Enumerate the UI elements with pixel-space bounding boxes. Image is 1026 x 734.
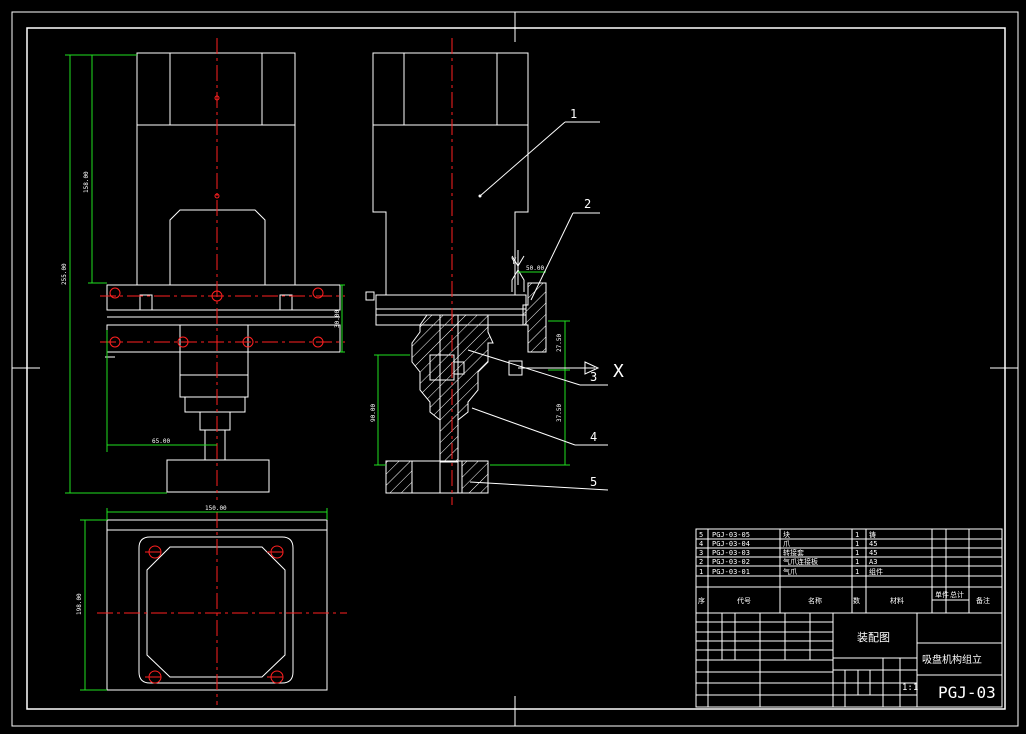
bom-qty: 1 xyxy=(855,568,859,576)
balloon-2: 2 xyxy=(584,197,591,211)
drawing-name: 装配图 xyxy=(857,631,890,644)
bom-row-4: 4 PGJ-03-04 爪 1 45 xyxy=(699,540,877,548)
drawing-code: PGJ-03 xyxy=(938,683,996,702)
balloon-3: 3 xyxy=(590,370,597,384)
dim-front-width: 65.00 xyxy=(152,438,170,445)
bom-material: 铸 xyxy=(869,530,876,539)
inner-border xyxy=(26,27,1006,710)
top-centerlines xyxy=(97,512,347,705)
bom-material: 45 xyxy=(869,540,877,548)
x-axis-label: X xyxy=(613,361,624,382)
balloon-4: 4 xyxy=(590,430,597,444)
front-dimension-lines xyxy=(65,54,345,494)
bom-row-1: 1 PGJ-03-01 气爪 1 组件 xyxy=(699,567,883,576)
dim-total-height: 255.00 xyxy=(61,263,68,285)
bom-header-name: 名称 xyxy=(808,596,822,605)
bom-name: 块 xyxy=(783,530,790,539)
bom-qty: 1 xyxy=(855,540,859,548)
bom-row-5: 5 PGJ-03-05 块 1 铸 xyxy=(699,530,876,539)
bom-code: PGJ-03-02 xyxy=(712,558,750,566)
bom-qty: 1 xyxy=(855,531,859,539)
bom-code: PGJ-03-05 xyxy=(712,531,750,539)
front-dimension-texts: 255.00 158.00 30.00 65.00 xyxy=(61,171,341,445)
bom-no: 3 xyxy=(699,549,703,557)
bom-qty: 1 xyxy=(855,549,859,557)
bom-no: 5 xyxy=(699,531,703,539)
bom-header-unit: 单件 xyxy=(935,590,949,599)
bom-name: 爪 xyxy=(783,540,790,548)
bom-no: 4 xyxy=(699,540,703,548)
dim-top-height: 198.00 xyxy=(76,593,83,615)
bom-material: 45 xyxy=(869,549,877,557)
bom-row-2: 2 PGJ-03-02 气爪连接板 1 A3 xyxy=(699,557,877,566)
bom-name: 转接套 xyxy=(783,548,804,557)
bom-no: 1 xyxy=(699,568,703,576)
bom-name: 气爪 xyxy=(783,567,797,576)
bom-material: 组件 xyxy=(869,567,883,576)
dim-lower-height: 37.50 xyxy=(556,404,563,422)
cad-drawing: 255.00 158.00 30.00 65.00 50.00 27.50 90… xyxy=(11,11,1019,727)
bom-header-code: 代号 xyxy=(737,596,751,605)
dim-upper-height: 158.00 xyxy=(83,171,90,193)
bom-header-total: 总计 xyxy=(950,590,964,599)
bom-material: A3 xyxy=(869,558,877,566)
top-dimension-lines xyxy=(80,508,328,691)
top-dimension-texts: 150.00 198.00 xyxy=(76,505,227,615)
leader-dots xyxy=(478,194,482,198)
balloon-5: 5 xyxy=(590,475,597,489)
front-view xyxy=(105,52,341,493)
bom-code: PGJ-03-03 xyxy=(712,549,750,557)
outer-border xyxy=(11,11,1019,727)
y-axis-label: Y xyxy=(511,257,517,267)
bom-no: 2 xyxy=(699,558,703,566)
bom-code: PGJ-03-04 xyxy=(712,540,750,548)
dim-top-width: 150.00 xyxy=(205,505,227,512)
dim-side-offset: 27.50 xyxy=(556,334,563,352)
bom-header-qty: 数 xyxy=(853,596,860,605)
bom-row-3: 3 PGJ-03-03 转接套 1 45 xyxy=(699,548,877,557)
top-bolt-holes xyxy=(148,545,284,684)
bom-header-no: 序 xyxy=(698,596,705,605)
bom-header-material: 材料 xyxy=(890,596,904,605)
dim-flange-thk: 30.00 xyxy=(334,310,341,328)
scale-value: 1:1 xyxy=(902,683,918,693)
bom-name: 气爪连接板 xyxy=(783,557,818,566)
dim-side-top-width: 50.00 xyxy=(526,265,544,272)
bom-qty: 1 xyxy=(855,558,859,566)
dim-gripper-height: 90.00 xyxy=(370,404,377,422)
part-name: 吸盘机构组立 xyxy=(922,653,982,666)
balloon-numbers: 1 2 3 4 5 xyxy=(570,107,597,489)
bom-header-note: 备注 xyxy=(976,596,990,605)
bom-code: PGJ-03-01 xyxy=(712,568,750,576)
centering-marks xyxy=(12,12,1018,726)
balloon-1: 1 xyxy=(570,107,577,121)
